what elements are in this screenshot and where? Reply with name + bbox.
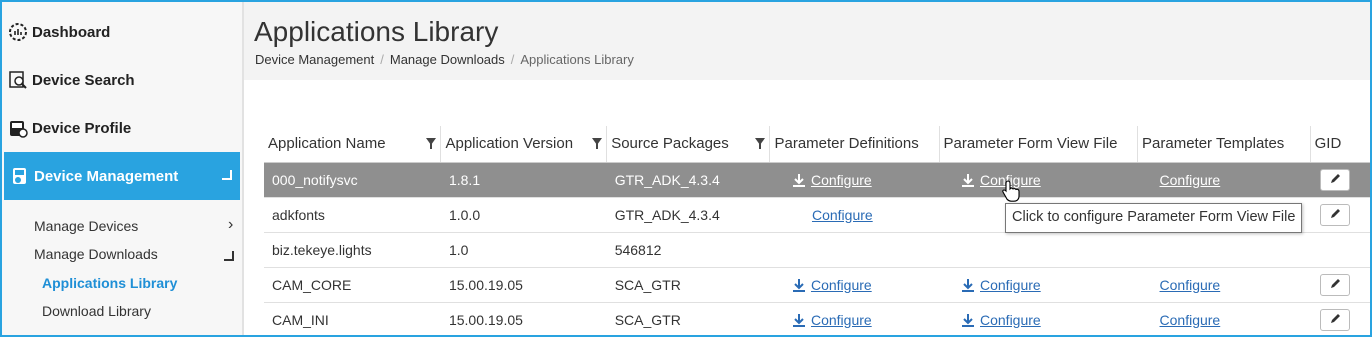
configure-link-parameter-templates[interactable]: Configure: [1160, 277, 1221, 293]
cell-parameter-form-view-file: [939, 232, 1138, 268]
sidebar-subitem-applications-library[interactable]: Applications Library: [42, 275, 177, 291]
cell-application-name: CAM_CORE: [264, 267, 441, 303]
main-content: Applications Library Device Management /…: [244, 2, 1370, 335]
pencil-icon: [1331, 208, 1341, 218]
edit-button[interactable]: [1320, 273, 1351, 296]
filter-icon[interactable]: [426, 138, 437, 149]
download-icon[interactable]: [961, 173, 975, 187]
pencil-icon: [1331, 313, 1341, 323]
download-icon[interactable]: [792, 313, 806, 327]
download-icon[interactable]: [961, 278, 975, 292]
column-header-source-packages[interactable]: Source Packages: [606, 126, 771, 163]
column-header-parameter-templates: Parameter Templates: [1137, 126, 1311, 163]
configure-link-parameter-definitions[interactable]: Configure: [811, 277, 872, 293]
sidebar-item-dashboard[interactable]: Dashboard: [8, 22, 110, 42]
page-header: Applications Library Device Management /…: [244, 2, 1370, 80]
hand-cursor-icon: [1002, 180, 1020, 202]
sidebar-item-label: Device Profile: [32, 119, 132, 137]
column-header-gid: GID: [1310, 126, 1370, 163]
breadcrumb-item[interactable]: Manage Downloads: [390, 52, 505, 67]
breadcrumb-separator: /: [510, 52, 515, 67]
pencil-icon: [1331, 278, 1341, 288]
sidebar-item-label: Device Search: [32, 71, 135, 89]
edit-button[interactable]: [1320, 308, 1351, 331]
sidebar-subitem-manage-downloads[interactable]: Manage Downloads: [34, 246, 158, 262]
configure-link-parameter-form-view-file[interactable]: Configure: [980, 277, 1041, 293]
download-icon[interactable]: [961, 313, 975, 327]
column-header-parameter-form-view-file: Parameter Form View File: [939, 126, 1139, 163]
sidebar-item-device-search[interactable]: Device Search: [8, 70, 135, 90]
cell-application-version: 1.0.0: [440, 197, 607, 233]
sidebar-subitem-manage-devices[interactable]: Manage Devices: [34, 218, 138, 234]
cell-source-packages: GTR_ADK_4.3.4: [606, 197, 770, 233]
table-row[interactable]: biz.tekeye.lights 1.0 546812: [264, 232, 1370, 268]
configure-link-parameter-definitions[interactable]: Configure: [811, 172, 872, 188]
configure-link-parameter-templates[interactable]: Configure: [1160, 172, 1221, 188]
column-header-application-name[interactable]: Application Name: [264, 126, 442, 163]
sidebar-subitem-download-library[interactable]: Download Library: [42, 303, 151, 319]
sidebar-item-label: Device Management: [34, 167, 179, 185]
cell-application-version: 15.00.19.05: [440, 302, 607, 335]
expanded-indicator-icon: [224, 251, 234, 261]
app-frame: Dashboard Device Search Device Profile D…: [0, 0, 1372, 337]
configure-link-parameter-definitions[interactable]: Configure: [812, 207, 873, 223]
pencil-icon: [1331, 173, 1341, 183]
sidebar: Dashboard Device Search Device Profile D…: [2, 2, 244, 335]
page-title: Applications Library: [254, 16, 499, 47]
cell-source-packages: 546812: [606, 232, 770, 268]
expanded-indicator-icon: [222, 170, 232, 180]
download-icon[interactable]: [792, 173, 806, 187]
device-search-icon: [8, 70, 28, 90]
column-header-parameter-definitions: Parameter Definitions: [769, 126, 940, 163]
breadcrumb: Device Management / Manage Downloads / A…: [255, 52, 634, 67]
cell-application-name: adkfonts: [264, 197, 441, 233]
cell-source-packages: SCA_GTR: [606, 302, 770, 335]
filter-icon[interactable]: [592, 138, 603, 149]
table-row[interactable]: CAM_INI 15.00.19.05 SCA_GTR Configure Co…: [264, 302, 1370, 335]
sidebar-item-device-profile[interactable]: Device Profile: [8, 118, 131, 138]
cell-application-name: biz.tekeye.lights: [264, 232, 441, 268]
breadcrumb-separator: /: [380, 52, 384, 67]
sidebar-item-label: Dashboard: [32, 23, 111, 41]
cell-parameter-definitions: [769, 232, 939, 268]
configure-link-parameter-form-view-file[interactable]: Configure: [980, 312, 1041, 328]
sidebar-item-device-management[interactable]: Device Management: [4, 152, 240, 200]
device-profile-icon: [8, 118, 28, 138]
cell-application-version: 15.00.19.05: [440, 267, 607, 303]
table-row[interactable]: CAM_CORE 15.00.19.05 SCA_GTR Configure C…: [264, 267, 1370, 303]
chevron-right-icon: ›: [228, 216, 234, 233]
cell-application-name: CAM_INI: [264, 302, 441, 335]
configure-link-parameter-templates[interactable]: Configure: [1160, 312, 1221, 328]
cell-source-packages: SCA_GTR: [606, 267, 770, 303]
breadcrumb-item[interactable]: Device Management: [255, 52, 374, 67]
cell-parameter-templates: [1137, 232, 1311, 268]
edit-button[interactable]: [1320, 203, 1351, 226]
filter-icon[interactable]: [755, 138, 766, 149]
download-icon[interactable]: [792, 278, 806, 292]
cell-source-packages: GTR_ADK_4.3.4: [606, 162, 770, 198]
table-header-row: Application Name Application Version Sou…: [264, 126, 1370, 163]
edit-button[interactable]: [1320, 168, 1351, 191]
tooltip: Click to configure Parameter Form View F…: [1005, 203, 1303, 233]
device-management-icon: [10, 166, 30, 186]
cell-application-version: 1.0: [440, 232, 607, 268]
table-row[interactable]: 000_notifysvc 1.8.1 GTR_ADK_4.3.4 Config…: [264, 162, 1370, 198]
dashboard-icon: [8, 22, 28, 42]
column-header-application-version[interactable]: Application Version: [440, 126, 608, 163]
cell-application-version: 1.8.1: [440, 162, 607, 198]
configure-link-parameter-definitions[interactable]: Configure: [811, 312, 872, 328]
breadcrumb-current: Applications Library: [520, 52, 634, 67]
cell-application-name: 000_notifysvc: [264, 162, 441, 198]
